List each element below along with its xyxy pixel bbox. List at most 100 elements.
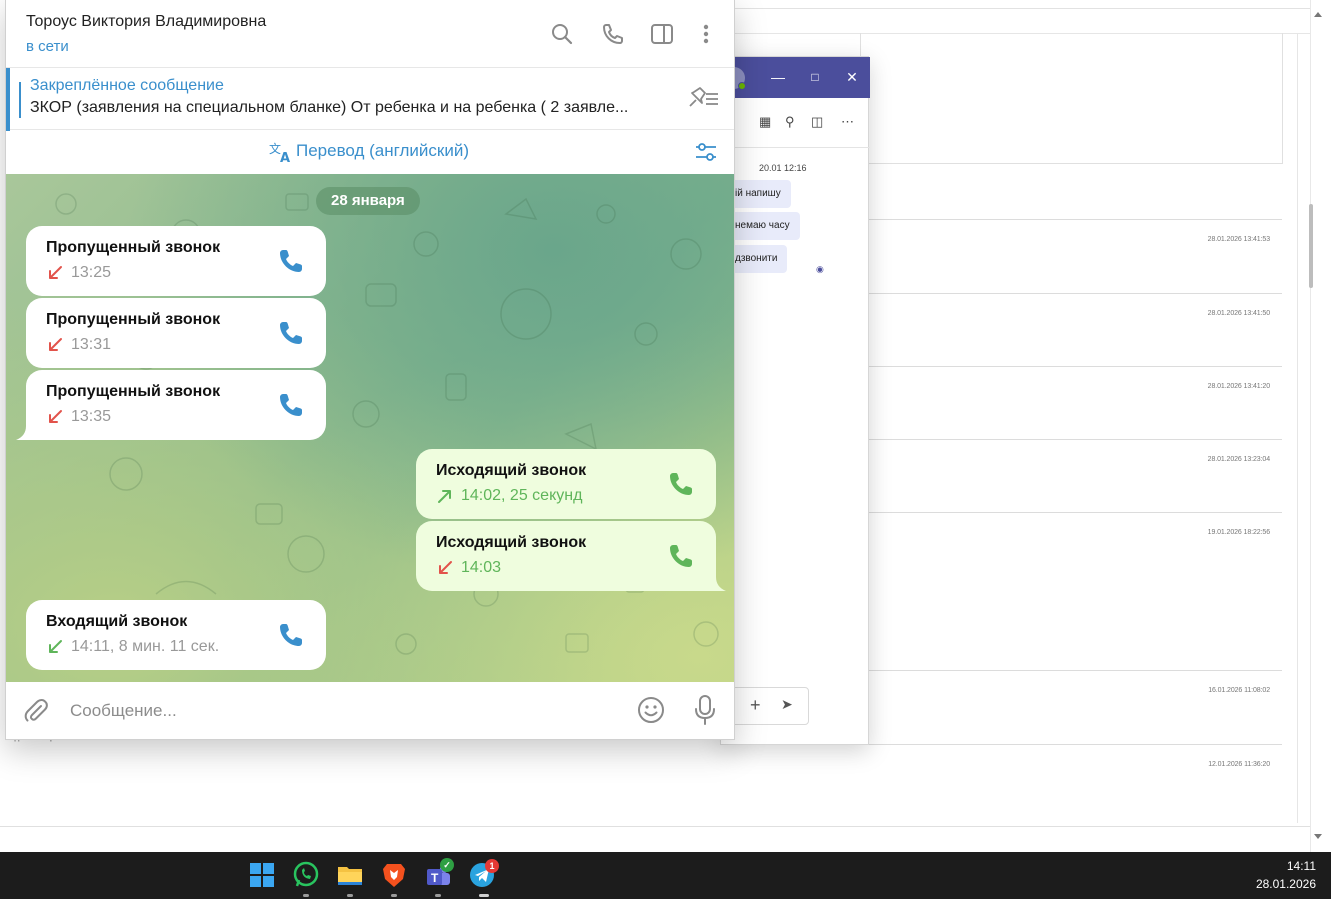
phone-icon[interactable] [278,248,304,274]
call-title: Входящий звонок [46,613,188,630]
emoji-icon[interactable] [636,695,666,725]
chat-area[interactable]: 28 января Пропущенный звонок 13:25 Пропу… [6,174,734,682]
timestamp: 19.01.2026 18:22:56 [1207,529,1270,536]
call-title: Исходящий звонок [436,534,587,551]
timestamp: 28.01.2026 13:41:50 [1207,310,1270,317]
translate-label[interactable]: Перевод (английский) [296,141,469,161]
call-message[interactable]: Пропущенный звонок 13:25 [26,226,326,296]
call-time: 14:02, 25 секунд [461,487,583,504]
search-icon[interactable] [549,20,575,48]
running-indicator [347,894,353,897]
sidebar-toggle-icon[interactable] [649,20,675,48]
translate-bar[interactable]: 文 A Перевод (английский) [6,131,734,174]
teams-title-bar: — □ ✕ [721,57,870,98]
message-input[interactable] [62,694,622,728]
bubble-tail [712,577,726,591]
phone-icon[interactable] [278,320,304,346]
whatsapp-icon[interactable] [291,860,321,890]
contact-name[interactable]: Тороус Виктория Владимировна [26,13,266,31]
outgoing-call-arrow-icon [438,490,451,503]
missed-call-arrow-icon [49,266,62,279]
divider [0,826,1310,827]
call-message[interactable]: Исходящий звонок 14:03 [416,521,716,591]
teams-toolbar: ▦ ⚲ ◫ ⋯ [721,98,870,148]
search-icon[interactable]: ⚲ [785,114,795,130]
running-indicator [391,894,397,897]
timestamp: 28.01.2026 13:41:20 [1207,383,1270,390]
teams-compose[interactable]: + ➤ [725,687,809,725]
timestamp: 28.01.2026 13:41:53 [1207,236,1270,243]
call-title: Пропущенный звонок [46,239,221,256]
clock-time[interactable]: 14:11 [1270,859,1316,873]
timestamp: 16.01.2026 11:08:02 [1208,687,1270,694]
timestamp: 28.01.2026 13:23:04 [1207,456,1270,463]
phone-icon[interactable] [278,392,304,418]
call-time: 13:25 [71,264,112,281]
phone-icon[interactable] [668,543,694,569]
compose-bar [6,682,734,739]
svg-text:A: A [280,151,290,163]
phone-icon[interactable] [278,622,304,648]
list-item[interactable]: 28.01.2026 13:23:04 [860,439,1282,512]
date-divider: 28 января [316,187,420,215]
telegram-unread-badge: 1 [485,859,499,873]
presence-icon [738,82,746,90]
attach-icon[interactable] [22,697,50,725]
maximize-icon[interactable]: □ [804,67,826,87]
list-item[interactable]: 19.01.2026 18:22:56 [860,512,1282,670]
phone-icon[interactable] [668,471,694,497]
list-item[interactable]: 28.01.2026 13:41:53 [860,219,1282,293]
telegram-window: Тороус Виктория Владимировна в сети Закр… [5,0,735,740]
scroll-up-arrow-icon[interactable] [1314,12,1322,17]
clock-date[interactable]: 28.01.2026 [1244,877,1316,891]
call-title: Пропущенный звонок [46,311,221,328]
scroll-down-arrow-icon[interactable] [1314,834,1322,839]
minimize-icon[interactable]: — [767,67,789,87]
contact-status: в сети [26,38,69,55]
list-item[interactable]: 28.01.2026 13:41:50 [860,293,1282,366]
teams-window: — □ ✕ ▦ ⚲ ◫ ⋯ 20.01 12:16 ій напишу нема… [720,56,870,745]
list-item[interactable]: 28.01.2026 13:41:20 [860,366,1282,439]
missed-call-arrow-icon [439,561,452,574]
missed-call-arrow-icon [49,338,62,351]
missed-call-arrow-icon [49,410,62,423]
active-indicator [479,894,489,897]
call-time: 13:35 [71,408,112,425]
close-icon[interactable]: ✕ [841,67,863,87]
pinned-indicator [19,82,21,118]
bubble-tail [16,426,30,440]
divider [1297,33,1298,823]
call-title: Пропущенный звонок [46,383,221,400]
panel-icon[interactable]: ◫ [811,114,823,130]
call-message[interactable]: Пропущенный звонок 13:35 [26,370,326,440]
more-icon[interactable]: ⋯ [841,114,854,130]
microphone-icon[interactable] [692,694,718,726]
pinned-list-icon[interactable] [686,86,722,110]
call-time: 14:03 [461,559,502,576]
list-item[interactable]: 16.01.2026 11:08:02 [860,670,1282,744]
call-message[interactable]: Пропущенный звонок 13:31 [26,298,326,368]
file-explorer-icon[interactable] [335,860,365,890]
pinned-title: Закреплённое сообщение [30,77,224,94]
call-message[interactable]: Входящий звонок 14:11, 8 мин. 11 сек. [26,600,326,670]
send-icon[interactable]: ➤ [781,696,793,713]
message-bubble[interactable]: немаю часу [725,212,800,240]
phone-icon[interactable] [600,20,626,48]
apps-icon[interactable]: ▦ [759,114,771,130]
taskbar: T ✓ 1 14:11 28.01.2026 [0,852,1331,899]
background-panel [860,33,1283,164]
scrollbar-thumb[interactable] [1309,204,1313,288]
windows-start-icon[interactable] [247,860,277,890]
more-icon[interactable] [693,20,719,48]
pinned-text: ЗКОР (заявления на специальном бланке) О… [30,99,629,116]
list-item[interactable]: 12.01.2026 11:36:20 [860,744,1282,824]
translate-settings-icon[interactable] [694,141,718,163]
call-time: 13:31 [71,336,112,353]
incoming-call-arrow-icon [49,640,62,653]
call-message[interactable]: Исходящий звонок 14:02, 25 секунд [416,449,716,519]
add-icon[interactable]: + [750,695,761,716]
pinned-message[interactable]: Закреплённое сообщение ЗКОР (заявления н… [6,68,734,130]
scrollbar[interactable] [1310,0,1331,852]
brave-browser-icon[interactable] [379,860,409,890]
running-indicator [303,894,309,897]
